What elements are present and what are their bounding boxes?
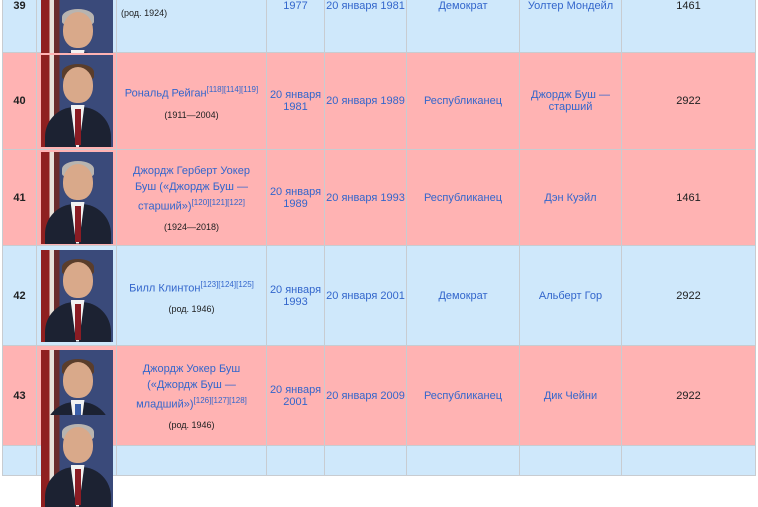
party-link[interactable]: Республиканец <box>407 150 520 246</box>
portrait-head <box>62 361 93 398</box>
president-name-cell: Рональд Рейган[118][114][119] (1911—2004) <box>117 53 267 150</box>
days-in-office: 2922 <box>622 53 756 150</box>
term-end-link[interactable]: 20 января 2001 <box>325 246 407 346</box>
vice-president-link[interactable] <box>520 446 622 476</box>
president-number: 39 <box>2 0 37 53</box>
president-name-line: Билл Клинтон[123][124][125] <box>129 277 254 297</box>
term-end-link[interactable] <box>325 446 407 476</box>
portrait-tie <box>74 109 81 145</box>
portrait-cell <box>37 0 117 92</box>
table-row: 40 Рональд Рейган[118][114][119] (1911—200… <box>2 53 756 150</box>
president-number: 43 <box>2 346 37 446</box>
president-years: (1911—2004) <box>164 109 219 120</box>
portrait-tie <box>74 205 81 242</box>
president-name-cell: (род. 1924) <box>117 0 267 53</box>
vice-president-link[interactable]: Дик Чейни <box>520 346 622 446</box>
days-in-office: 1461 <box>622 0 756 53</box>
portrait-head <box>62 426 93 463</box>
portrait-cell <box>37 150 117 246</box>
reference-links[interactable]: [118][114][119] <box>207 85 259 94</box>
table-row: 43 Джордж Уокер Буш («Джордж Буш — младши… <box>2 346 756 446</box>
vice-president-link[interactable]: Дэн Куэйл <box>520 150 622 246</box>
portrait-head <box>62 163 93 200</box>
party-link[interactable] <box>407 446 520 476</box>
president-name-cell: Джордж Герберт Уокер Буш («Джордж Буш — … <box>117 150 267 246</box>
portrait-photo[interactable] <box>40 414 113 507</box>
vice-president-link[interactable]: Альберт Гор <box>520 246 622 346</box>
vice-president-link[interactable]: Уолтер Мондейл <box>520 0 622 53</box>
reference-links[interactable]: [126][127][128] <box>194 396 247 405</box>
portrait-cell <box>37 53 117 150</box>
president-name-cell: Билл Клинтон[123][124][125] (род. 1946) <box>117 246 267 346</box>
president-name-cell <box>117 446 267 476</box>
president-number: 40 <box>2 53 37 150</box>
term-start-link[interactable] <box>267 446 325 476</box>
days-in-office: 2922 <box>622 246 756 346</box>
portrait-photo[interactable] <box>40 151 113 244</box>
portrait-tie <box>74 303 81 340</box>
table-row <box>2 414 756 507</box>
party-link[interactable]: Демократ <box>407 0 520 53</box>
term-start-link[interactable]: 20 января 1989 <box>267 150 325 246</box>
vice-president-link[interactable]: Джордж Буш — старший <box>520 53 622 150</box>
portrait-head <box>62 12 93 48</box>
president-number: 41 <box>2 150 37 246</box>
party-link[interactable]: Республиканец <box>407 53 520 150</box>
table-row: 39 (род. 1924) 1977 20 января 1981 Демократ У… <box>2 0 756 92</box>
president-number <box>2 446 37 476</box>
party-link[interactable]: Республиканец <box>407 346 520 446</box>
president-name-line: Джордж Герберт Уокер Буш («Джордж Буш — … <box>121 163 262 215</box>
term-start-link[interactable]: 20 января 1993 <box>267 246 325 346</box>
days-in-office: 2922 <box>622 346 756 446</box>
portrait-tie <box>74 468 81 505</box>
term-end-link[interactable]: 20 января 1989 <box>325 53 407 150</box>
president-years: (род. 1946) <box>168 304 215 315</box>
term-end-link[interactable]: 20 января 1993 <box>325 150 407 246</box>
table-row: 41 Джордж Герберт Уокер Буш («Джордж Буш … <box>2 150 756 246</box>
term-end-link[interactable]: 20 января 1981 <box>325 0 407 53</box>
days-in-office <box>622 446 756 476</box>
president-name-link[interactable]: Билл Клинтон <box>129 282 200 294</box>
portrait-cell <box>37 414 117 507</box>
term-start-link[interactable]: 20 января 1981 <box>267 53 325 150</box>
portrait-cell <box>37 246 117 346</box>
term-end-link[interactable]: 20 января 2009 <box>325 346 407 446</box>
party-link[interactable]: Демократ <box>407 246 520 346</box>
president-name-line: Рональд Рейган[118][114][119] <box>125 82 258 102</box>
portrait-photo[interactable] <box>40 55 113 147</box>
term-start-link[interactable]: 1977 <box>267 0 325 53</box>
portrait-head <box>62 261 93 298</box>
president-years: (род. 1946) <box>168 420 215 431</box>
reference-links[interactable]: [123][124][125] <box>201 280 254 289</box>
portrait-head <box>62 67 93 103</box>
portrait-photo[interactable] <box>40 249 113 342</box>
term-start-link[interactable]: 20 января 2001 <box>267 346 325 446</box>
days-in-office: 1461 <box>622 150 756 246</box>
president-years: (род. 1924) <box>121 8 168 18</box>
president-number: 42 <box>2 246 37 346</box>
president-name-line: Джордж Уокер Буш («Джордж Буш — младший»… <box>121 361 262 413</box>
table-row: 42 Билл Клинтон[123][124][125] (род. 1946)… <box>2 246 756 346</box>
reference-links[interactable]: [120][121][122] <box>192 198 245 207</box>
president-name-cell: Джордж Уокер Буш («Джордж Буш — младший»… <box>117 346 267 446</box>
president-name-link[interactable]: Рональд Рейган <box>125 88 207 100</box>
president-years: (1924—2018) <box>163 222 220 233</box>
